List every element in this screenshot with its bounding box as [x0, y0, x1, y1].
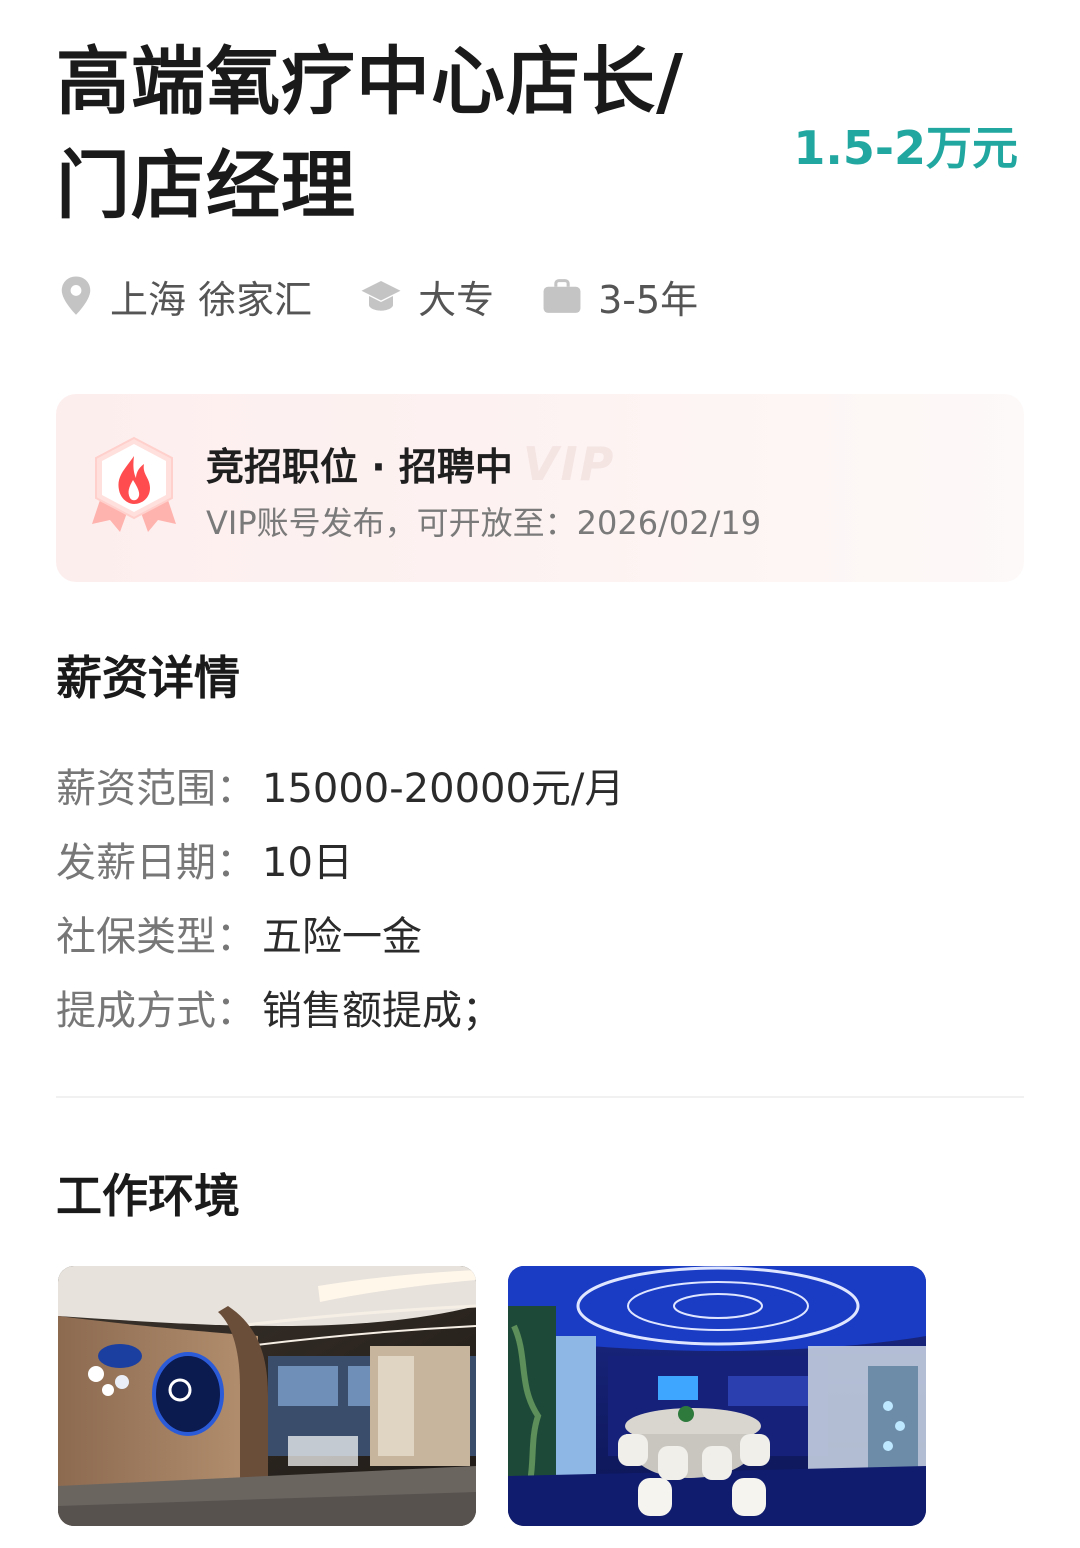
job-title: 高端氧疗中心店长/门店经理: [56, 39, 685, 229]
detail-key: 提成方式：: [56, 988, 256, 1034]
briefcase-icon: [543, 279, 581, 313]
salary-range: 1.5-2万元: [793, 121, 1018, 175]
promo-card[interactable]: 竞招职位 · 招聘中 VIP VIP账号发布，可开放至：2026/02/19: [56, 394, 1024, 582]
meta-location: 上海 徐家汇: [58, 269, 312, 324]
graduation-cap-icon: [361, 281, 401, 311]
detail-key: 薪资范围：: [56, 766, 256, 812]
office-lobby-photo[interactable]: [58, 1266, 476, 1526]
meta-education: 大专: [360, 269, 494, 324]
flame-badge-icon: [92, 436, 176, 532]
detail-key: 社保类型：: [56, 914, 256, 960]
experience-text: 3-5年: [598, 277, 699, 322]
vip-watermark: VIP: [522, 436, 616, 491]
promo-card-subtitle: VIP账号发布，可开放至：2026/02/19: [206, 504, 762, 542]
section-divider: [56, 1096, 1024, 1098]
meta-experience: 3-5年: [542, 269, 698, 324]
detail-key: 发薪日期：: [56, 840, 256, 886]
salary-detail-row: 提成方式： 销售额提成；: [56, 970, 624, 1044]
promo-card-title: 竞招职位 · 招聘中 VIP: [206, 436, 615, 491]
meeting-lounge-image: [508, 1266, 926, 1526]
detail-value: 15000-20000元/月: [262, 766, 625, 812]
detail-value: 销售额提成；: [262, 988, 502, 1034]
environment-section-title: 工作环境: [56, 1169, 240, 1223]
job-meta: 上海 徐家汇 大专 3-5年: [58, 266, 746, 326]
education-text: 大专: [418, 277, 495, 322]
salary-section-title: 薪资详情: [56, 651, 240, 705]
location-text: 上海 徐家汇: [110, 277, 313, 322]
salary-detail-row: 社保类型： 五险一金: [56, 896, 624, 970]
location-pin-icon: [61, 276, 91, 315]
meeting-lounge-photo[interactable]: [508, 1266, 926, 1526]
salary-detail-list: 薪资范围： 15000-20000元/月 发薪日期： 10日 社保类型： 五险一…: [56, 748, 624, 1044]
office-lobby-image: [58, 1266, 476, 1526]
detail-value: 10日: [262, 840, 353, 886]
detail-value: 五险一金: [262, 914, 422, 960]
salary-detail-row: 发薪日期： 10日: [56, 822, 624, 896]
salary-detail-row: 薪资范围： 15000-20000元/月: [56, 748, 624, 822]
promo-card-title-text: 竞招职位 · 招聘中: [206, 445, 513, 489]
